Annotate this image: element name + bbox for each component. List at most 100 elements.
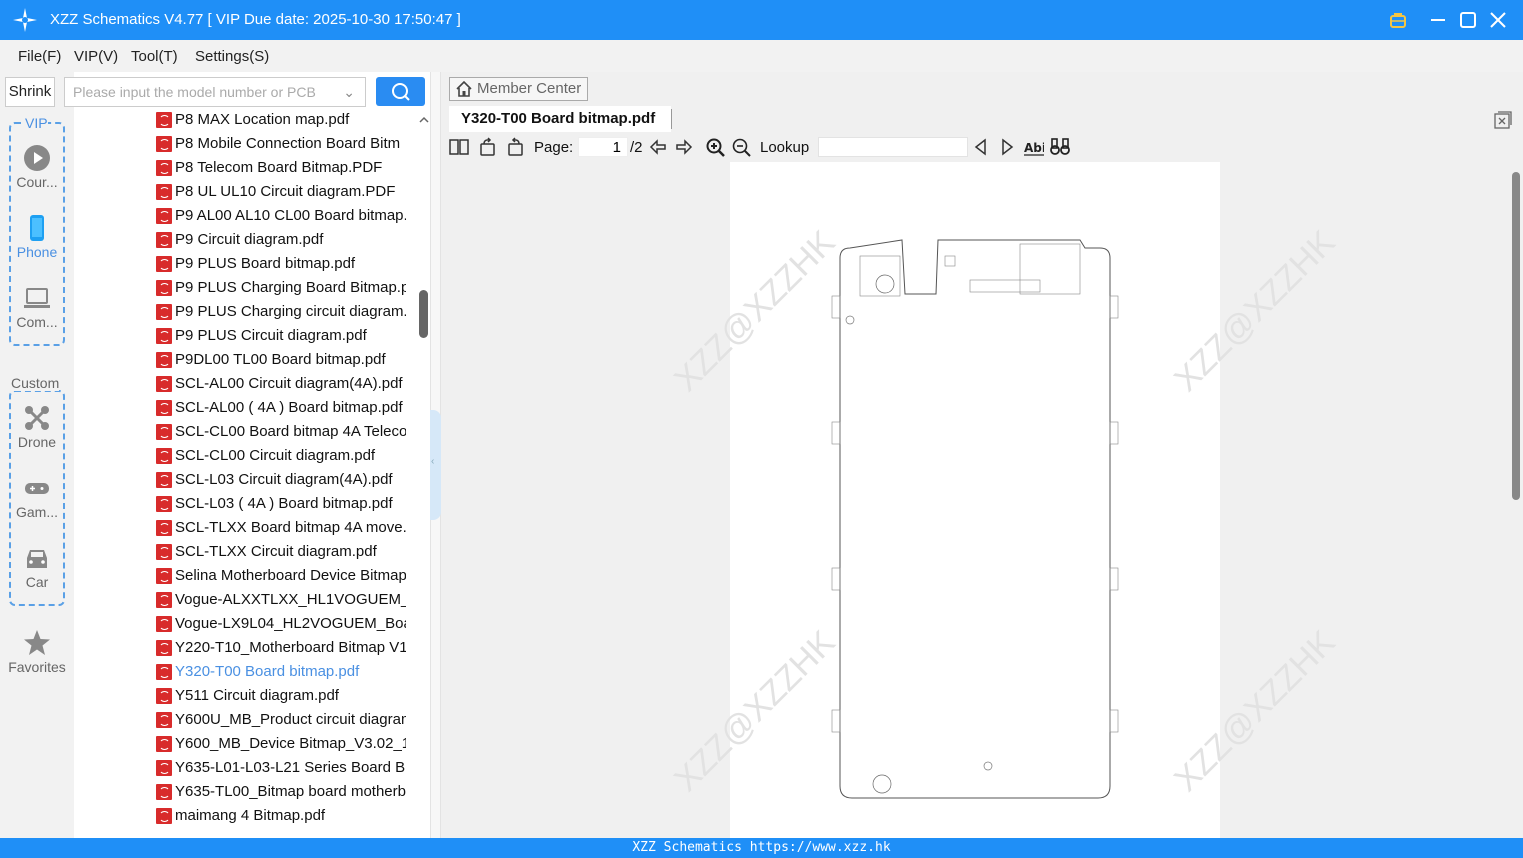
two-page-view-icon[interactable] <box>449 137 469 157</box>
minimize-icon[interactable] <box>1426 8 1450 32</box>
pdf-file-icon <box>156 112 172 128</box>
file-name: SCL-TLXX Circuit diagram.pdf <box>175 543 377 560</box>
menu-tool[interactable]: Tool(T) <box>131 48 178 65</box>
nav-computer[interactable]: Com... <box>0 284 74 330</box>
lookup-input[interactable] <box>818 137 968 157</box>
match-case-icon[interactable]: Abi <box>1024 137 1044 157</box>
file-list-item[interactable]: SCL-AL00 ( 4A ) Board bitmap.pdf <box>156 396 406 420</box>
nav-phone[interactable]: Phone <box>0 214 74 260</box>
file-name: Vogue-ALXXTLXX_HL1VOGUEM_Bo <box>175 591 406 608</box>
star-icon <box>24 630 50 655</box>
menu-settings[interactable]: Settings(S) <box>195 48 269 65</box>
search-placeholder: Please input the model number or PCB <box>73 84 316 100</box>
file-list-item[interactable]: P9 PLUS Circuit diagram.pdf <box>156 324 406 348</box>
member-center-label: Member Center <box>477 80 582 97</box>
file-list-item[interactable]: P9 PLUS Board bitmap.pdf <box>156 252 406 276</box>
rotate-left-icon[interactable] <box>478 137 498 157</box>
file-list-item[interactable]: SCL-TLXX Circuit diagram.pdf <box>156 540 406 564</box>
file-list-item[interactable]: Y320-T00 Board bitmap.pdf <box>156 660 406 684</box>
file-list-item[interactable]: Vogue-ALXXTLXX_HL1VOGUEM_Bo <box>156 588 406 612</box>
pdf-file-icon <box>156 496 172 512</box>
file-list-item[interactable]: Y635-L01-L03-L21 Series Board Bitr <box>156 756 406 780</box>
member-center-button[interactable]: Member Center <box>449 77 588 101</box>
file-list-item[interactable]: P9 AL00 AL10 CL00 Board bitmap.p <box>156 204 406 228</box>
previous-page-icon[interactable] <box>648 137 668 157</box>
file-name: P9 PLUS Circuit diagram.pdf <box>175 327 367 344</box>
phone-icon <box>30 215 44 241</box>
nav-drone[interactable]: Drone <box>0 404 74 450</box>
nav-courses[interactable]: Cour... <box>0 144 74 190</box>
nav-car-label: Car <box>25 574 49 590</box>
file-list-item[interactable]: Y220-T10_Motherboard Bitmap V1 <box>156 636 406 660</box>
file-list-item[interactable]: P9 PLUS Charging circuit diagram.p <box>156 300 406 324</box>
nav-computer-label: Com... <box>16 314 58 330</box>
zoom-out-icon[interactable] <box>731 137 751 157</box>
scroll-up-icon[interactable] <box>418 114 430 126</box>
file-list-scrollbar[interactable] <box>419 290 428 338</box>
pdf-file-icon <box>156 688 172 704</box>
file-list-item[interactable]: SCL-L03 Circuit diagram(4A).pdf <box>156 468 406 492</box>
menu-vip[interactable]: VIP(V) <box>74 48 118 65</box>
page-number-input[interactable]: 1 <box>578 137 628 157</box>
pdf-file-icon <box>156 448 172 464</box>
file-list-item[interactable]: maimang 4 Bitmap.pdf <box>156 804 406 828</box>
document-scrollbar[interactable] <box>1512 172 1520 500</box>
file-list-item[interactable]: SCL-CL00 Board bitmap 4A Telecor <box>156 420 406 444</box>
file-list-item[interactable]: SCL-CL00 Circuit diagram.pdf <box>156 444 406 468</box>
file-list-item[interactable]: SCL-AL00 Circuit diagram(4A).pdf <box>156 372 406 396</box>
file-list-item[interactable]: Y511 Circuit diagram.pdf <box>156 684 406 708</box>
pdf-file-icon <box>156 592 172 608</box>
nav-favorites[interactable]: Favorites <box>0 629 74 675</box>
collapse-panel-handle[interactable]: ‹ <box>430 410 441 520</box>
menu-bar: File(F) VIP(V) Tool(T) Settings(S) <box>0 40 1523 72</box>
file-name: Y600_MB_Device Bitmap_V3.02_131 <box>175 735 406 752</box>
close-tab-icon[interactable] <box>1494 111 1512 129</box>
file-list-item[interactable]: P8 Mobile Connection Board Bitm <box>156 132 406 156</box>
file-name: SCL-CL00 Circuit diagram.pdf <box>175 447 376 464</box>
file-name: maimang 4 Bitmap.pdf <box>175 807 326 824</box>
file-list-item[interactable]: P9 Circuit diagram.pdf <box>156 228 406 252</box>
file-list-item[interactable]: Vogue-LX9L04_HL2VOGUEM_Board <box>156 612 406 636</box>
close-icon[interactable] <box>1486 8 1510 32</box>
file-list-item[interactable]: P8 Telecom Board Bitmap.PDF <box>156 156 406 180</box>
file-list-item[interactable]: P8 MAX Location map.pdf <box>156 108 406 132</box>
nav-games[interactable]: Gam... <box>0 474 74 520</box>
next-page-icon[interactable] <box>674 137 694 157</box>
maximize-icon[interactable] <box>1456 8 1480 32</box>
menu-file[interactable]: File(F) <box>18 48 61 65</box>
file-list-item[interactable]: P9 PLUS Charging Board Bitmap.pd <box>156 276 406 300</box>
nav-car[interactable]: Car <box>0 544 74 590</box>
file-list-item[interactable]: SCL-TLXX Board bitmap 4A move.p <box>156 516 406 540</box>
file-list-item[interactable]: SCL-L03 ( 4A ) Board bitmap.pdf <box>156 492 406 516</box>
file-name: P8 UL UL10 Circuit diagram.PDF <box>175 183 396 200</box>
document-tab[interactable]: Y320-T00 Board bitmap.pdf <box>449 106 671 132</box>
find-previous-icon[interactable] <box>971 137 991 157</box>
search-icon <box>392 83 410 101</box>
file-list-item[interactable]: Y600_MB_Device Bitmap_V3.02_131 <box>156 732 406 756</box>
page-label: Page: <box>534 139 574 156</box>
drone-icon <box>25 406 49 430</box>
file-name: SCL-AL00 Circuit diagram(4A).pdf <box>175 375 403 392</box>
file-list-item[interactable]: Selina Motherboard Device Bitmap <box>156 564 406 588</box>
search-button[interactable] <box>376 77 425 106</box>
pdf-file-icon <box>156 640 172 656</box>
app-logo-icon <box>13 8 37 32</box>
pdf-page[interactable]: XZZ@XZZHK XZZ@XZZHK XZZ@XZZHK XZZ@XZZHK <box>667 162 1342 838</box>
status-footer: XZZ Schematics https://www.xzz.hk <box>0 838 1523 858</box>
file-name: P8 Telecom Board Bitmap.PDF <box>175 159 383 176</box>
zoom-in-icon[interactable] <box>705 137 725 157</box>
bag-icon[interactable] <box>1386 8 1410 32</box>
file-list-item[interactable]: Y635-TL00_Bitmap board motherbo <box>156 780 406 804</box>
pdf-file-icon <box>156 208 172 224</box>
find-next-icon[interactable] <box>997 137 1017 157</box>
search-input[interactable]: Please input the model number or PCB ⌄ <box>64 77 366 107</box>
shrink-button[interactable]: Shrink <box>5 77 55 107</box>
file-list-item[interactable]: P9DL00 TL00 Board bitmap.pdf <box>156 348 406 372</box>
file-name: SCL-AL00 ( 4A ) Board bitmap.pdf <box>175 399 403 416</box>
file-name: Y635-TL00_Bitmap board motherbo <box>175 783 406 800</box>
chevron-down-icon[interactable]: ⌄ <box>343 78 355 106</box>
file-list-item[interactable]: P8 UL UL10 Circuit diagram.PDF <box>156 180 406 204</box>
find-binoculars-icon[interactable] <box>1050 137 1070 157</box>
rotate-right-icon[interactable] <box>505 137 525 157</box>
file-list-item[interactable]: Y600U_MB_Product circuit diagram <box>156 708 406 732</box>
